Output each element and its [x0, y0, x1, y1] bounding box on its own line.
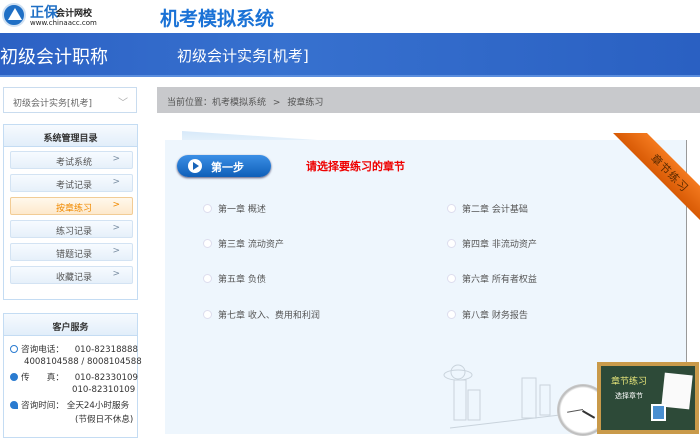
chapter-option-3[interactable]: 第三章 流动资产 [203, 237, 284, 250]
radio-button[interactable] [447, 204, 456, 213]
breadcrumb-prefix: 当前位置： [167, 98, 213, 108]
radio-button[interactable] [203, 204, 212, 213]
logo-url: www.chinaacc.com [30, 19, 97, 27]
sidebar-item-label: 练习记录 [56, 227, 93, 237]
sidebar-item-label: 按章练习 [56, 204, 93, 214]
phone-value: 010-82318888 [74, 345, 138, 355]
chapter-label: 第五章 负债 [218, 275, 266, 285]
chapter-label: 第一章 概述 [218, 205, 266, 215]
chapter-label: 第三章 流动资产 [218, 240, 284, 250]
board-title: 章节练习 [611, 377, 648, 387]
chapter-option-2[interactable]: 第二章 会计基础 [447, 202, 528, 215]
chevron-right-icon: > [112, 246, 120, 256]
clock-icon [10, 401, 18, 409]
logo-sub: 会计网校 [56, 9, 93, 19]
sidebar-item-favorites[interactable]: 收藏记录 > [10, 266, 133, 284]
radio-button[interactable] [447, 274, 456, 283]
sidebar-item-label: 考试记录 [56, 181, 93, 191]
ribbon-badge: 章节练习 [610, 133, 700, 223]
sidebar-item-practice-records[interactable]: 练习记录 > [10, 220, 133, 238]
phone-value-2: 4008104588 / 8008104588 [24, 357, 142, 367]
sidebar-item-exam-system[interactable]: 考试系统 > [10, 151, 133, 169]
chapter-option-6[interactable]: 第六章 所有者权益 [447, 272, 537, 285]
logo-mark-icon [8, 8, 22, 20]
chapter-label: 第七章 收入、费用和利润 [218, 311, 320, 321]
board-subtitle: 选择章节 [615, 392, 643, 400]
chevron-right-icon: > [112, 177, 120, 187]
customer-service-panel: 客户服务 咨询电话： 010-82318888 4008104588 / 800… [3, 313, 142, 438]
chapter-option-8[interactable]: 第八章 财务报告 [447, 308, 528, 321]
sidebar-item-wrong-records[interactable]: 错题记录 > [10, 243, 133, 261]
chevron-down-icon: ﹀ [118, 98, 128, 109]
panel-title: 系统管理目录 [4, 125, 137, 147]
chapter-label: 第八章 财务报告 [462, 311, 528, 321]
breadcrumb-separator: > [272, 98, 281, 108]
chevron-right-icon: > [112, 223, 120, 233]
system-menu-panel: 系统管理目录 考试系统 > 考试记录 > 按章练习 > 练习记录 > 错题记录 > 收藏记… [3, 124, 138, 300]
sidebar-item-label: 错题记录 [56, 250, 93, 260]
chevron-right-icon: > [112, 269, 120, 279]
phone-label: 咨询电话： [21, 345, 64, 355]
radio-button[interactable] [447, 310, 456, 319]
step-label: 第一步 [211, 161, 244, 174]
hours-note: (节假日不休息) [75, 415, 134, 425]
chevron-right-icon: > [112, 154, 120, 164]
chapter-option-4[interactable]: 第四章 非流动资产 [447, 237, 537, 250]
chapter-prompt: 请选择要练习的章节 [306, 160, 405, 173]
breadcrumb-current: 按章练习 [287, 98, 324, 108]
ribbon-label: 章节练习 [612, 133, 700, 223]
fax-value: 010-82330109 [74, 373, 138, 383]
chapter-label: 第四章 非流动资产 [462, 240, 537, 250]
chapter-label: 第二章 会计基础 [462, 205, 528, 215]
sidebar-item-label: 收藏记录 [56, 273, 93, 283]
sidebar-item-chapter-practice[interactable]: 按章练习 > [10, 197, 133, 215]
system-title: 机考模拟系统 [160, 8, 275, 30]
chevron-right-icon: > [112, 200, 120, 210]
chapter-option-1[interactable]: 第一章 概述 [203, 202, 266, 215]
banner-subject: 初级会计实务[机考] [177, 47, 309, 65]
subject-select-value: 初级会计实务[机考] [13, 99, 93, 109]
banner-category: 初级会计职称 [0, 47, 108, 68]
city-sketch-illustration [443, 364, 560, 429]
fax-label: 传 真： [21, 373, 64, 383]
photo-icon [651, 404, 666, 421]
radio-button[interactable] [203, 274, 212, 283]
radio-button[interactable] [203, 310, 212, 319]
banner: 初级会计职称 初级会计实务[机考] [0, 33, 700, 77]
breadcrumb: 当前位置：机考模拟系统 > 按章练习 [157, 87, 700, 113]
chapter-label: 第六章 所有者权益 [462, 275, 537, 285]
breadcrumb-link-system[interactable]: 机考模拟系统 [212, 98, 266, 108]
fax-icon [10, 373, 18, 381]
phone-icon [10, 345, 18, 353]
panel-title: 客户服务 [4, 314, 137, 336]
chalkboard-illustration: 章节练习 选择章节 [597, 362, 699, 434]
note-paper-icon [661, 372, 693, 410]
subject-select[interactable]: 初级会计实务[机考] ﹀ [3, 87, 137, 113]
play-icon [188, 159, 202, 173]
hours-label: 咨询时间： [21, 401, 64, 411]
radio-button[interactable] [203, 239, 212, 248]
chapter-option-7[interactable]: 第七章 收入、费用和利润 [203, 308, 320, 321]
chapter-option-5[interactable]: 第五章 负债 [203, 272, 266, 285]
hours-value: 全天24小时服务 [66, 401, 130, 411]
fax-value-2: 010-82310109 [72, 385, 136, 395]
sidebar-item-label: 考试系统 [56, 158, 93, 168]
sidebar-item-exam-records[interactable]: 考试记录 > [10, 174, 133, 192]
radio-button[interactable] [447, 239, 456, 248]
logo[interactable]: 正保 会计网校 www.chinaacc.com [0, 0, 140, 32]
step-one-badge: 第一步 [177, 155, 271, 177]
